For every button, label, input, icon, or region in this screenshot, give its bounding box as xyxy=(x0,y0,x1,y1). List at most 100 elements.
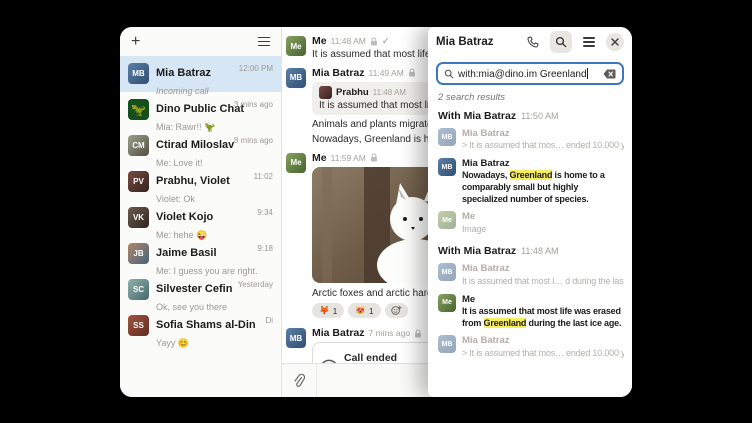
close-icon xyxy=(611,38,619,46)
avatar: MB xyxy=(438,158,456,176)
search-result-context[interactable]: MB Mia Batraz > It is assumed that mos… … xyxy=(428,125,632,155)
result-sender: Mia Batraz xyxy=(462,158,624,170)
conversation-time: Yesterday xyxy=(238,280,273,289)
avatar: MB xyxy=(438,335,456,353)
avatar: Me xyxy=(286,36,306,56)
quote-sender: Prabhu xyxy=(336,87,369,98)
sidebar-header: + xyxy=(120,27,281,56)
close-window-button[interactable] xyxy=(606,33,624,51)
search-result-context[interactable]: MB Mia Batraz > It is assumed that mos… … xyxy=(428,332,632,362)
call-button[interactable] xyxy=(522,31,544,53)
message-time: 11:59 AM xyxy=(331,153,366,163)
highlighted-term: Greenland xyxy=(510,170,553,180)
reaction-emoji: 😻 xyxy=(355,305,366,316)
search-group-header: With Mia Batraz 11:50 AM xyxy=(438,110,622,122)
conversation-preview: Me: I guess you are right. xyxy=(156,266,258,276)
add-reaction-button[interactable] xyxy=(385,303,408,318)
new-conversation-button[interactable]: + xyxy=(131,34,140,50)
conversation-time: 12:00 PM xyxy=(239,64,273,73)
hamburger-icon xyxy=(583,37,595,47)
lock-icon xyxy=(414,329,422,338)
search-result-match[interactable]: Me Me It is assumed that most life was e… xyxy=(428,291,632,333)
attach-file-button[interactable] xyxy=(282,364,317,397)
avatar: Me xyxy=(438,294,456,312)
avatar: VK xyxy=(128,207,149,228)
conversation-name: Violet Kojo xyxy=(156,211,213,223)
conversation-preview: Mia: Rawr!! 🦖 xyxy=(156,122,215,132)
phone-icon xyxy=(527,36,539,48)
message-time: 11:48 AM xyxy=(331,36,366,46)
conversation-preview: Ok, see you there xyxy=(156,302,227,312)
conversation-preview: Me: hehe 😜 xyxy=(156,230,207,240)
paperclip-icon xyxy=(293,374,305,388)
conversation-preview: Me: Love it! xyxy=(156,158,203,168)
avatar: MB xyxy=(438,263,456,281)
conversation-name: Ctirad Miloslav xyxy=(156,139,234,151)
search-query-text: with:mia@dino.im Greenland xyxy=(458,68,599,80)
add-reaction-icon xyxy=(391,305,402,316)
result-sender: Mia Batraz xyxy=(462,128,624,140)
result-sender: Mia Batraz xyxy=(462,263,624,275)
avatar: MB xyxy=(286,68,306,88)
avatar: JB xyxy=(128,243,149,264)
avatar: 🦖 xyxy=(128,99,149,120)
reaction-count: 1 xyxy=(333,306,338,316)
text-caret xyxy=(587,68,588,79)
result-text: > It is assumed that mos… ended 10.000 y… xyxy=(462,348,624,360)
avatar: SS xyxy=(128,315,149,336)
lock-icon xyxy=(370,37,378,46)
search-results-count: 2 search results xyxy=(438,92,622,103)
avatar: Me xyxy=(286,153,306,173)
search-result-match[interactable]: MB Mia Batraz Nowadays, Greenland is hom… xyxy=(428,155,632,208)
result-text: It is assumed that most life was erased … xyxy=(462,306,624,329)
result-text: Nowadays, Greenland is home to a compara… xyxy=(462,170,624,205)
result-text: It is assumed that most l… d during the … xyxy=(462,276,624,288)
message-sender: Mia Batraz xyxy=(312,327,365,339)
conversation-name: Silvester Cefin xyxy=(156,283,232,295)
conversation-time: Di xyxy=(265,316,273,325)
lock-icon xyxy=(370,153,378,162)
reaction-pill[interactable]: 😻 1 xyxy=(348,303,380,318)
search-toggle-button[interactable] xyxy=(550,31,572,53)
conversation-sidebar: + MB Mia Batraz Incoming call 12:00 PM 🦖… xyxy=(120,27,282,397)
search-result-context[interactable]: Me Me Image xyxy=(428,208,632,238)
conversation-time: 3 mins ago xyxy=(234,100,273,109)
search-group-header: With Mia Batraz 11:48 AM xyxy=(438,245,622,257)
lock-icon xyxy=(408,68,416,77)
conversation-time: 9:18 xyxy=(257,244,273,253)
message-sender: Mia Batraz xyxy=(312,67,365,79)
magnifier-icon xyxy=(444,69,454,79)
message-time: 7 mins ago xyxy=(369,328,411,338)
avatar: MB xyxy=(438,128,456,146)
conversation-time: 11:02 xyxy=(254,172,273,181)
result-text: > It is assumed that mos… ended 10.000 y… xyxy=(462,140,624,152)
conversation-name: Mia Batraz xyxy=(156,67,211,79)
conversation-preview: Incoming call xyxy=(156,86,209,96)
quote-time: 11:48 AM xyxy=(373,88,406,97)
avatar: PV xyxy=(128,171,149,192)
menu-button[interactable] xyxy=(578,31,600,53)
conversation-name: Jaime Basil xyxy=(156,247,217,259)
message-time: 11:49 AM xyxy=(369,68,404,78)
avatar: MB xyxy=(286,328,306,348)
chat-title: Mia Batraz xyxy=(436,36,516,48)
result-text: Image xyxy=(462,224,624,236)
conversation-preview: Yayy 😊 xyxy=(156,338,189,348)
conversation-row-mia[interactable]: MB Mia Batraz Incoming call 12:00 PM xyxy=(120,56,281,92)
backspace-clear-icon[interactable] xyxy=(603,69,616,79)
avatar: CM xyxy=(128,135,149,156)
message-sender: Me xyxy=(312,152,327,164)
reaction-pill[interactable]: 🦊 1 xyxy=(312,303,344,318)
search-input[interactable]: with:mia@dino.im Greenland xyxy=(436,62,624,85)
result-sender: Me xyxy=(462,294,624,306)
result-sender: Mia Batraz xyxy=(462,335,624,347)
hamburger-icon[interactable] xyxy=(258,37,270,47)
avatar: Me xyxy=(438,211,456,229)
avatar: SC xyxy=(128,279,149,300)
search-result-context[interactable]: MB Mia Batraz It is assumed that most l…… xyxy=(428,260,632,290)
magnifier-icon xyxy=(555,36,567,48)
search-panel-header: Mia Batraz xyxy=(428,27,632,57)
highlighted-term: Greenland xyxy=(484,318,527,328)
conversation-name: Prabhu, Violet xyxy=(156,175,230,187)
checkmark-icon: ✓ xyxy=(382,36,390,47)
